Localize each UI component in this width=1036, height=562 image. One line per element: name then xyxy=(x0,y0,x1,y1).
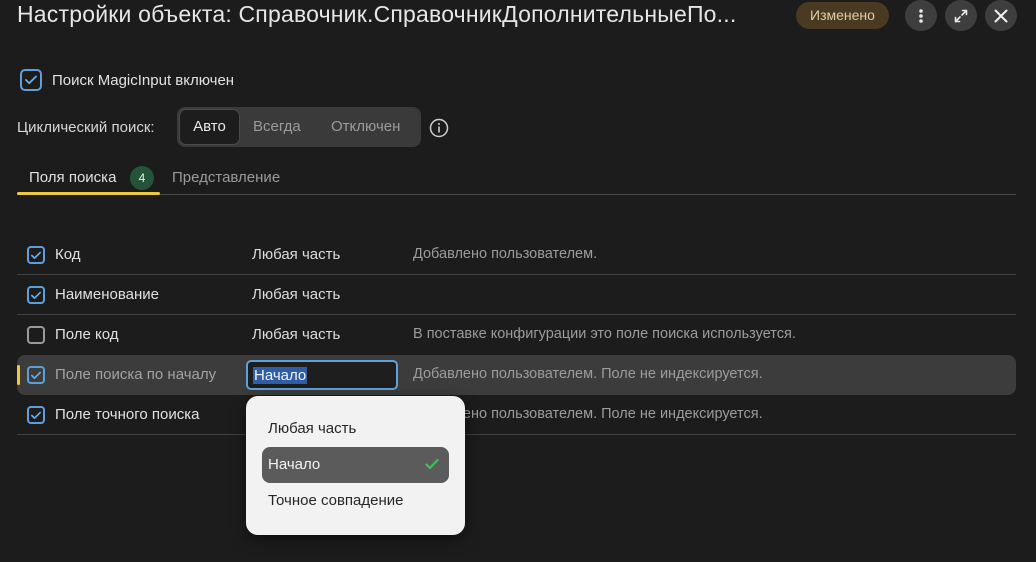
close-button[interactable] xyxy=(985,0,1017,31)
field-checkbox[interactable] xyxy=(27,246,45,264)
info-icon[interactable] xyxy=(429,118,449,143)
check-icon xyxy=(25,75,37,85)
field-checkbox[interactable] xyxy=(27,326,45,344)
cyclic-option-auto[interactable]: Авто xyxy=(179,109,240,145)
magic-input-checkbox[interactable] xyxy=(20,69,42,91)
cyclic-search-segmented: Авто Всегда Отключен xyxy=(177,107,421,147)
field-name: Код xyxy=(55,246,81,263)
check-icon xyxy=(31,371,41,379)
field-name: Поле точного поиска xyxy=(55,406,200,423)
close-icon xyxy=(994,9,1008,22)
check-icon xyxy=(31,411,41,419)
tab-search-fields[interactable]: Поля поиска xyxy=(29,169,116,186)
field-checkbox[interactable] xyxy=(27,406,45,424)
field-note: Добавлено пользователем. Поле не индекси… xyxy=(413,366,763,382)
table-row[interactable]: Наименование Любая часть xyxy=(17,275,1016,315)
expand-button[interactable] xyxy=(945,0,977,31)
search-fields-count-badge: 4 xyxy=(130,166,154,190)
field-name: Поле поиска по началу xyxy=(55,366,217,383)
dropdown-option-exact-match[interactable]: Точное совпадение xyxy=(262,483,449,519)
field-note: Добавлено пользователем. Поле не индекси… xyxy=(413,406,763,422)
field-mode[interactable]: Любая часть xyxy=(252,246,340,263)
cyclic-option-always[interactable]: Всегда xyxy=(253,107,301,147)
mode-select-value: Начало xyxy=(253,367,308,384)
dropdown-option-start[interactable]: Начало xyxy=(262,447,449,483)
mode-select-input[interactable]: Начало xyxy=(246,360,398,390)
field-mode[interactable]: Любая часть xyxy=(252,286,340,303)
magic-input-toggle[interactable]: Поиск MagicInput включен xyxy=(20,69,234,91)
tab-presentation[interactable]: Представление xyxy=(172,169,280,186)
table-row[interactable]: Код Любая часть Добавлено пользователем. xyxy=(17,235,1016,275)
tabs-divider xyxy=(17,194,1016,195)
expand-icon xyxy=(954,9,968,22)
more-vertical-icon xyxy=(919,8,923,23)
field-mode[interactable]: Любая часть xyxy=(252,326,340,343)
check-icon xyxy=(31,251,41,259)
active-tab-indicator xyxy=(17,192,160,195)
row-divider xyxy=(17,434,1016,435)
field-note: Добавлено пользователем. xyxy=(413,246,598,262)
table-row[interactable]: Поле код Любая часть В поставке конфигур… xyxy=(17,315,1016,355)
table-row-selected[interactable]: Поле поиска по началу Начало Добавлено п… xyxy=(17,355,1016,395)
field-name: Поле код xyxy=(55,326,119,343)
selected-row-marker xyxy=(17,365,20,385)
table-row[interactable]: Поле точного поиска Добавлено пользовате… xyxy=(17,395,1016,435)
check-icon xyxy=(425,458,439,470)
field-checkbox[interactable] xyxy=(27,366,45,384)
field-checkbox[interactable] xyxy=(27,286,45,304)
dropdown-option-label: Начало xyxy=(268,456,321,473)
status-badge: Изменено xyxy=(796,2,889,29)
field-name: Наименование xyxy=(55,286,159,303)
cyclic-option-off[interactable]: Отключен xyxy=(331,107,400,147)
more-menu-button[interactable] xyxy=(905,0,937,31)
magic-input-label: Поиск MagicInput включен xyxy=(52,71,235,89)
cyclic-search-label: Циклический поиск: xyxy=(17,119,155,136)
check-icon xyxy=(31,291,41,299)
page-title: Настройки объекта: Справочник.Справочник… xyxy=(17,1,737,27)
window-header: Настройки объекта: Справочник.Справочник… xyxy=(0,0,1036,32)
dropdown-option-any-part[interactable]: Любая часть xyxy=(262,411,449,447)
mode-dropdown: Любая часть Начало Точное совпадение xyxy=(246,396,465,535)
field-note: В поставке конфигурации это поле поиска … xyxy=(413,326,796,342)
